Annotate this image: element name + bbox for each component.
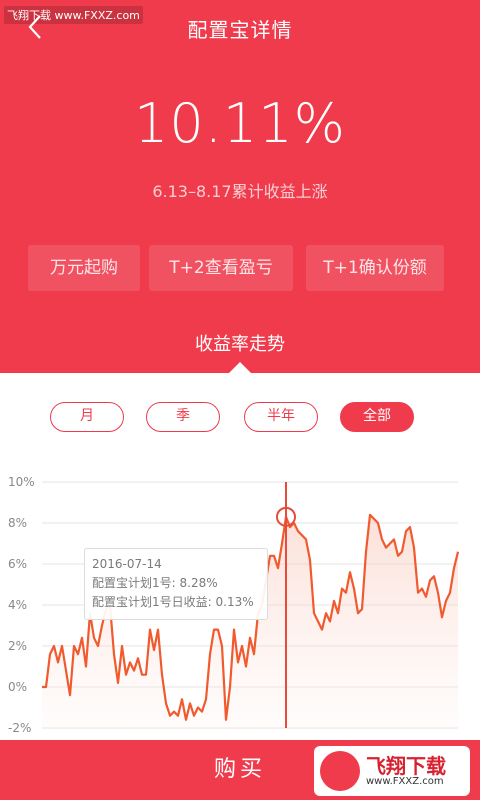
- tooltip-date: 2016-07-14: [92, 557, 162, 571]
- section-pointer: [229, 362, 251, 373]
- tooltip-line2: 配置宝计划1号日收益: 0.13%: [92, 595, 254, 609]
- y-tick-label: 2%: [8, 639, 27, 653]
- trend-title: 收益率走势: [195, 334, 285, 355]
- period-half-year[interactable]: 半年: [244, 402, 318, 432]
- tooltip-line1: 配置宝计划1号: 8.28%: [92, 576, 218, 590]
- y-tick-label: 4%: [8, 598, 27, 612]
- rate-subtitle: 6.13–8.17累计收益上涨: [152, 182, 328, 201]
- bottom-bar: 购买 飞翔下载 www.FXXZ.com: [0, 740, 480, 800]
- watermark-badge: 飞翔下载 www.FXXZ.com: [314, 746, 470, 796]
- page-title: 配置宝详情: [187, 18, 293, 42]
- y-tick-label: 10%: [8, 475, 35, 489]
- tag-min-purchase: 万元起购: [28, 245, 140, 291]
- period-all[interactable]: 全部: [340, 402, 414, 432]
- header-panel: 飞翔下载 www.FXXZ.com 配置宝详情 10.11% 6.13–8.17…: [0, 0, 480, 373]
- period-quarter[interactable]: 季: [146, 402, 220, 432]
- y-tick-label: -2%: [8, 721, 31, 735]
- tag-t1-confirm: T+1确认份额: [306, 245, 444, 291]
- cumulative-rate: 10.11%: [134, 92, 346, 155]
- watermark-name: 飞翔下载: [366, 754, 446, 778]
- period-month[interactable]: 月: [50, 402, 124, 432]
- y-tick-label: 8%: [8, 516, 27, 530]
- y-tick-label: 0%: [8, 680, 27, 694]
- tag-t2-view: T+2查看盈亏: [149, 245, 293, 291]
- y-tick-label: 6%: [8, 557, 27, 571]
- chart-tooltip: 2016-07-14 配置宝计划1号: 8.28% 配置宝计划1号日收益: 0.…: [84, 548, 268, 620]
- watermark-url: www.FXXZ.com: [366, 776, 444, 787]
- logo-icon: [320, 751, 360, 791]
